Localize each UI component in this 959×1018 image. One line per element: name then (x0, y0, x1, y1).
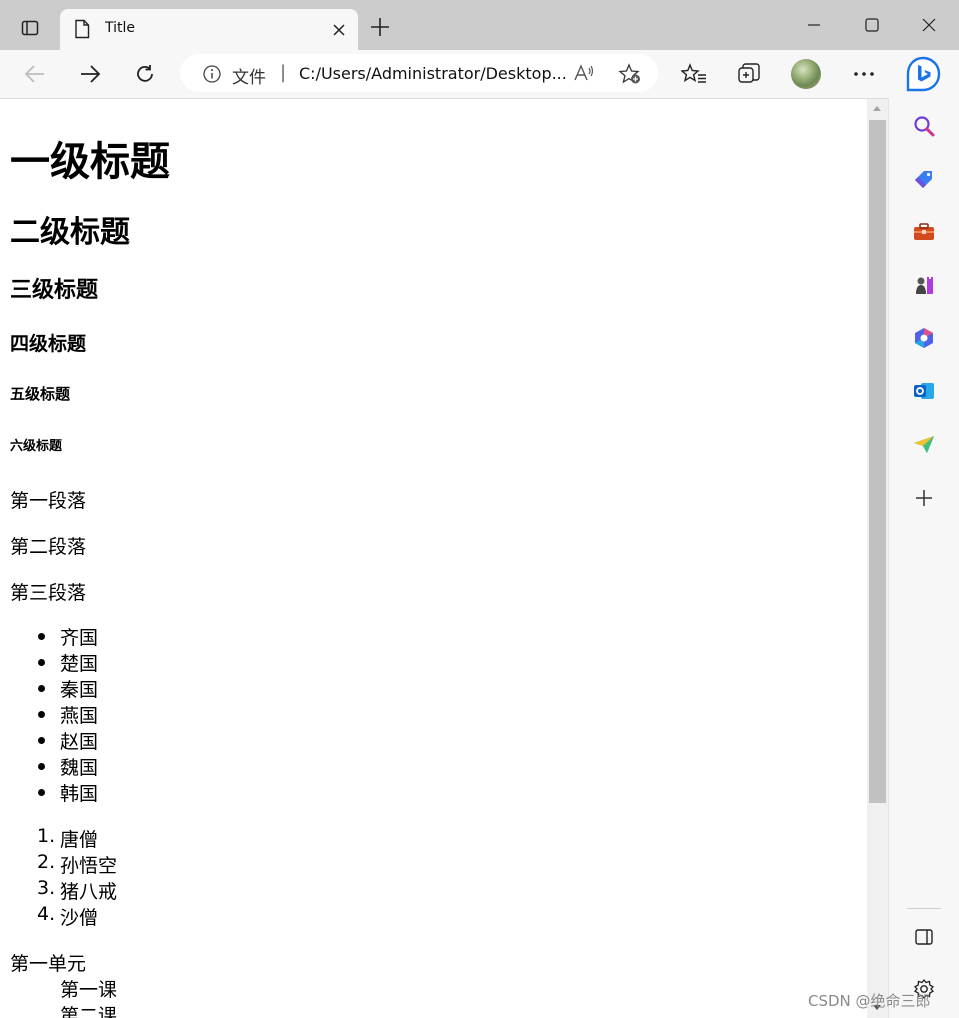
info-icon[interactable] (202, 64, 222, 88)
bing-icon[interactable] (904, 55, 942, 93)
title-bar: Title (0, 0, 959, 50)
bullet-icon (38, 789, 45, 796)
heading-2: 二级标题 (10, 215, 130, 250)
collections-icon[interactable] (735, 61, 763, 87)
browser-toolbar: 文件 | C:/Users/Administrator/Desktop... (0, 50, 959, 99)
file-icon (74, 19, 90, 43)
bullet-icon (38, 763, 45, 770)
read-aloud-icon[interactable] (573, 63, 595, 87)
heading-5: 五级标题 (10, 385, 71, 403)
bullet-icon (38, 685, 45, 692)
list-number: 4. (37, 903, 56, 925)
avatar[interactable] (791, 59, 821, 89)
bullet-icon (38, 711, 45, 718)
paragraph: 第一段落 (10, 490, 87, 512)
office-icon[interactable] (911, 325, 937, 351)
address-url[interactable]: C:/Users/Administrator/Desktop... (299, 64, 567, 83)
new-tab-icon[interactable] (368, 15, 392, 39)
definition-description: 第二课 (60, 1005, 118, 1018)
refresh-icon[interactable] (129, 60, 161, 88)
sidebar-toggle-icon[interactable] (911, 924, 937, 950)
more-icon[interactable] (850, 61, 878, 87)
bullet-icon (38, 737, 45, 744)
close-icon[interactable] (330, 21, 348, 39)
list-number: 1. (37, 825, 56, 847)
maximize-icon[interactable] (852, 10, 892, 40)
send-icon[interactable] (911, 431, 937, 457)
heading-3: 三级标题 (10, 278, 99, 303)
favorites-icon[interactable] (680, 61, 708, 87)
heading-4: 四级标题 (10, 333, 87, 355)
paragraph: 第二段落 (10, 536, 87, 558)
definition-description: 第一课 (60, 979, 118, 1001)
tools-icon[interactable] (911, 219, 937, 245)
bullet-icon (38, 659, 45, 666)
browser-tab[interactable]: Title (60, 9, 358, 50)
heading-1: 一级标题 (10, 139, 170, 185)
minimize-icon[interactable] (794, 10, 834, 40)
sidebar-divider (907, 908, 941, 909)
games-icon[interactable] (911, 272, 937, 298)
watermark: CSDN @绝命三郎 (808, 992, 931, 1010)
edge-sidebar (888, 98, 959, 1018)
list-number: 2. (37, 851, 56, 873)
page-content: 一级标题 二级标题 三级标题 四级标题 五级标题 六级标题 第一段落 第二段落 … (10, 99, 865, 1018)
address-bar[interactable]: 文件 | C:/Users/Administrator/Desktop... (180, 54, 658, 92)
add-favorite-icon[interactable] (618, 63, 642, 89)
paragraph: 第三段落 (10, 582, 87, 604)
add-icon[interactable] (911, 485, 937, 511)
forward-icon[interactable] (74, 60, 106, 88)
list-number: 3. (37, 877, 56, 899)
tab-title: Title (105, 20, 136, 36)
back-icon[interactable] (19, 60, 51, 88)
tab-actions-icon[interactable] (8, 10, 52, 46)
shopping-tag-icon[interactable] (911, 166, 937, 192)
heading-6: 六级标题 (10, 439, 63, 454)
scrollbar-thumb[interactable] (869, 120, 886, 803)
address-scheme-label: 文件 (232, 68, 266, 88)
outlook-icon[interactable] (911, 378, 937, 404)
bullet-icon (38, 633, 45, 640)
search-icon[interactable] (911, 113, 937, 139)
scroll-up-icon[interactable] (873, 106, 881, 111)
window-close-icon[interactable] (909, 10, 949, 40)
address-separator: | (280, 62, 287, 83)
definition-term: 第一单元 (10, 953, 87, 975)
